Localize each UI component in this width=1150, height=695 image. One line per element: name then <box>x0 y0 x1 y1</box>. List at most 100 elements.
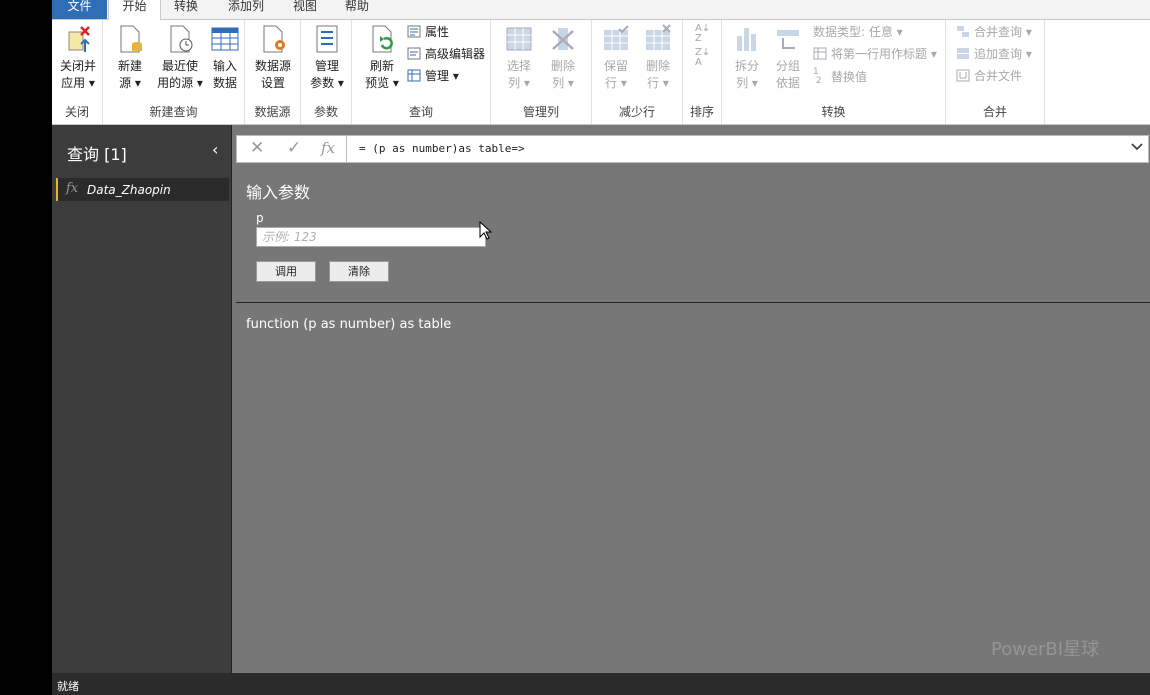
advanced-editor-icon <box>407 47 421 60</box>
use-first-row-headers-button[interactable]: 将第一行用作标题 ▾ <box>813 46 937 62</box>
tab-home[interactable]: 开始 <box>108 0 161 20</box>
formula-bar: ✕ ✓ fx = (p as number)as table=> <box>236 135 1149 163</box>
group-by-button[interactable]: 分组 依据 <box>768 24 808 92</box>
ribbon-tab-bar: 文件 开始 转换 添加列 视图 帮助 <box>52 0 1150 20</box>
group-manage-columns: 选择 列 ▾ 删除 列 ▾ 管理列 <box>491 20 592 124</box>
replace-values-label: 替换值 <box>831 70 868 84</box>
manage-query-label: 管理 ▾ <box>425 69 459 83</box>
table-icon <box>211 27 239 51</box>
refresh-icon <box>372 25 393 53</box>
close-apply-button[interactable]: 关闭并 应用 ▾ <box>55 24 101 92</box>
ribbon: 关闭并 应用 ▾ 关闭 新建 源 ▾ 最近使 用的源 ▾ 输入 数据 新建查询 <box>52 20 1150 125</box>
new-source-button[interactable]: 新建 源 ▾ <box>107 24 153 92</box>
close-apply-icon <box>68 26 90 52</box>
split-column-label: 拆分 <box>734 59 759 73</box>
refresh-preview-button[interactable]: 刷新 预览 ▾ <box>362 24 402 92</box>
datasource-settings-button[interactable]: 数据源 设置 <box>248 24 298 92</box>
group-label-reduce-rows: 减少行 <box>618 105 655 119</box>
recent-sources-label-2: 用的源 ▾ <box>157 76 203 90</box>
group-label-new-query: 新建查询 <box>149 105 198 119</box>
mouse-cursor-icon <box>479 221 493 240</box>
manage-params-label-2: 参数 ▾ <box>310 76 344 90</box>
sort-descending-button[interactable]: Z↓ A <box>695 48 710 68</box>
data-type-dropdown[interactable]: 数据类型: 任意 ▾ <box>813 24 903 40</box>
chevron-down-icon[interactable] <box>1130 139 1144 157</box>
sort-ascending-button[interactable]: A↓ Z <box>695 24 710 44</box>
data-type-label: 数据类型: 任意 ▾ <box>813 25 903 39</box>
formula-bar-buttons: ✕ ✓ fx <box>237 136 347 162</box>
collapse-pane-icon[interactable]: ‹ <box>212 140 218 159</box>
remove-columns-icon <box>552 28 574 50</box>
manage-params-icon <box>316 25 338 53</box>
replace-values-button[interactable]: 1 2 替换值 <box>813 67 868 86</box>
refresh-preview-label: 刷新 <box>369 59 394 73</box>
enter-data-label-2: 数据 <box>212 76 237 90</box>
keep-rows-button[interactable]: 保留 行 ▾ <box>594 24 638 92</box>
clear-button[interactable]: 清除 <box>329 261 389 282</box>
properties-button[interactable]: 属性 <box>407 24 449 40</box>
append-queries-button[interactable]: 追加查询 ▾ <box>956 46 1032 62</box>
keep-rows-label-2: 行 ▾ <box>605 76 627 90</box>
divider <box>236 302 1150 303</box>
group-transform: 拆分 列 ▾ 分组 依据 数据类型: 任意 ▾ 将第一行用作标题 ▾ 1 2 替换… <box>722 20 946 124</box>
datasource-settings-icon <box>263 25 285 53</box>
group-label-params: 参数 <box>313 105 338 119</box>
group-params: 管理 参数 ▾ 参数 <box>301 20 352 124</box>
confirm-icon[interactable]: ✓ <box>287 138 301 158</box>
enter-data-button[interactable]: 输入 数据 <box>207 24 243 92</box>
tab-file[interactable]: 文件 <box>52 0 107 19</box>
group-label-close: 关闭 <box>64 105 89 119</box>
tab-add-column[interactable]: 添加列 <box>216 0 276 19</box>
query-item-name: Data_Zhaopin <box>87 183 171 197</box>
function-invoke-panel: 输入参数 p 调用 清除 function (p as number) as t… <box>236 170 1150 673</box>
close-apply-label: 关闭并 <box>59 59 96 73</box>
manage-params-button[interactable]: 管理 参数 ▾ <box>304 24 350 92</box>
choose-columns-label: 选择 <box>506 59 531 73</box>
tab-view[interactable]: 视图 <box>282 0 328 19</box>
new-source-icon <box>120 25 142 53</box>
remove-columns-button[interactable]: 删除 列 ▾ <box>541 24 585 92</box>
remove-rows-button[interactable]: 删除 行 ▾ <box>636 24 680 92</box>
choose-columns-icon <box>506 27 532 51</box>
group-label-datasource: 数据源 <box>254 105 291 119</box>
combine-files-button[interactable]: 合并文件 <box>956 68 1022 84</box>
group-by-icon <box>777 30 799 49</box>
queries-pane-title: 查询 [1] <box>67 145 127 164</box>
tab-transform[interactable]: 转换 <box>162 0 210 19</box>
query-item-data-zhaopin[interactable]: fx Data_Zhaopin <box>56 178 229 201</box>
group-close: 关闭并 应用 ▾ 关闭 <box>52 20 103 124</box>
split-column-label-2: 列 ▾ <box>736 76 758 90</box>
manage-query-button[interactable]: 管理 ▾ <box>407 68 459 84</box>
formula-text[interactable]: = (p as number)as table=> <box>359 142 525 155</box>
sort-descending-icon: Z↓ A <box>695 47 711 68</box>
invoke-button[interactable]: 调用 <box>256 261 316 282</box>
fx-icon[interactable]: fx <box>321 139 335 157</box>
choose-columns-button[interactable]: 选择 列 ▾ <box>497 24 541 92</box>
function-signature: function (p as number) as table <box>246 317 452 332</box>
combine-files-label: 合并文件 <box>974 69 1023 83</box>
cancel-icon[interactable]: ✕ <box>250 138 264 158</box>
group-by-label-2: 依据 <box>775 76 800 90</box>
recent-sources-button[interactable]: 最近使 用的源 ▾ <box>154 24 206 92</box>
properties-icon <box>407 25 421 38</box>
merge-queries-button[interactable]: 合并查询 ▾ <box>956 24 1032 40</box>
refresh-preview-label-2: 预览 ▾ <box>365 76 399 90</box>
group-label-transform: 转换 <box>821 105 846 119</box>
recent-sources-label: 最近使 <box>161 59 198 73</box>
tab-help[interactable]: 帮助 <box>334 0 380 19</box>
group-label-manage-columns: 管理列 <box>522 105 559 119</box>
group-label-combine: 合并 <box>982 105 1007 119</box>
advanced-editor-button[interactable]: 高级编辑器 <box>407 46 485 62</box>
replace-values-icon: 1 2 <box>813 67 822 86</box>
group-label-query: 查询 <box>408 105 433 119</box>
remove-rows-icon <box>646 24 671 50</box>
parameter-p-input[interactable] <box>256 227 486 247</box>
split-column-button[interactable]: 拆分 列 ▾ <box>726 24 768 92</box>
merge-queries-label: 合并查询 ▾ <box>974 25 1032 39</box>
choose-columns-label-2: 列 ▾ <box>508 76 530 90</box>
enter-parameters-title: 输入参数 <box>246 183 311 202</box>
function-icon: fx <box>66 181 79 196</box>
properties-label: 属性 <box>425 25 450 39</box>
enter-data-label: 输入 <box>212 59 237 73</box>
group-query: 刷新 预览 ▾ 属性 高级编辑器 管理 ▾ 查询 <box>352 20 491 124</box>
